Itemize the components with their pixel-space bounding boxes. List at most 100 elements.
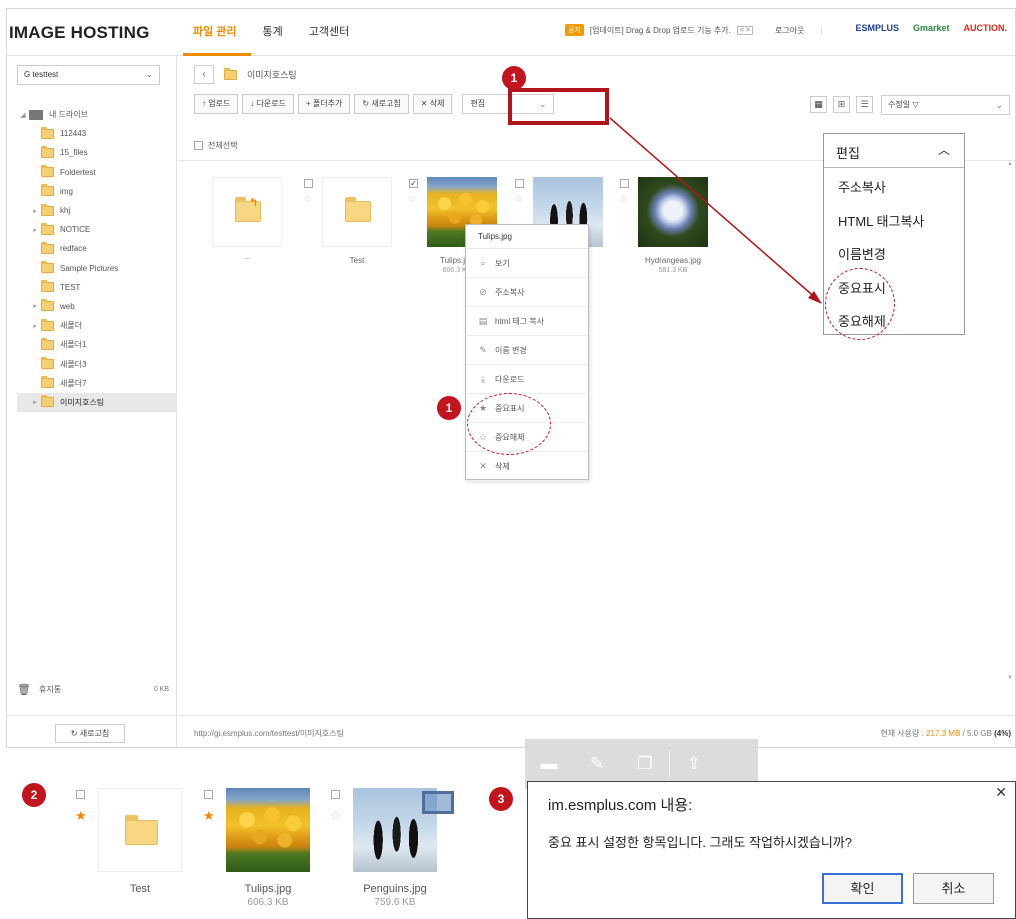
account-select[interactable]: G testtest ⌄ [17, 65, 160, 85]
dropdown-option-copy-html[interactable]: HTML 태그복사 [824, 202, 964, 236]
pen-icon[interactable]: ✎ [573, 754, 621, 774]
file-checkbox[interactable] [331, 790, 340, 799]
list-view-icon[interactable]: ☰ [856, 96, 873, 113]
star-outline-icon[interactable]: ☆ [408, 194, 417, 205]
select-all[interactable]: 전체선택 [194, 140, 237, 151]
copy-icon[interactable]: ❐ [621, 754, 669, 774]
dropdown-option-rename[interactable]: 이름변경 [824, 235, 964, 269]
folder-icon [41, 395, 54, 408]
expand-arrow-icon[interactable]: ▸ [29, 398, 41, 406]
folder-tile[interactable] [322, 177, 392, 247]
file-checkbox[interactable] [76, 790, 85, 799]
nav-support[interactable]: 고객센터 [309, 23, 349, 39]
scroll-down-icon[interactable]: ▼ [1007, 675, 1013, 681]
scrollbar[interactable]: ▲ ▼ [1007, 161, 1015, 681]
refresh-button[interactable]: ↻ 새로고침 [354, 94, 409, 114]
parent-folder-tile[interactable]: ↰ [212, 177, 282, 247]
sidebar-tree-label: Foldertest [60, 167, 96, 177]
tulips-thumbnail[interactable] [226, 788, 310, 872]
expand-arrow-icon[interactable]: ◢ [17, 111, 29, 119]
expand-arrow-icon[interactable]: ▸ [29, 207, 41, 215]
sidebar-tree-item[interactable]: Sample Pictures [17, 259, 177, 278]
file-checkbox-checked[interactable]: ✓ [409, 179, 418, 188]
sidebar-tree-item[interactable]: TEST [17, 278, 177, 297]
expand-arrow-icon[interactable]: ▸ [29, 322, 41, 330]
select-all-checkbox[interactable] [194, 141, 203, 150]
sort-select[interactable]: 수정일 ▽ ⌄ [881, 95, 1010, 115]
comment-icon[interactable]: ▬ [525, 754, 573, 774]
star-outline-icon[interactable]: ☆ [619, 194, 628, 205]
folder-icon [41, 165, 54, 178]
esmplus-link[interactable]: ESMPLUS [855, 23, 899, 33]
star-filled-icon[interactable]: ★ [75, 808, 87, 824]
new-folder-button[interactable]: + 폴더추가 [298, 94, 351, 114]
notice-arrows[interactable]: < > [736, 25, 753, 35]
file-name: Hydrangeas.jpg [644, 256, 702, 265]
sidebar-tree-item[interactable]: 새폴더7 [17, 374, 177, 393]
sidebar-tree-item[interactable]: 112443 [17, 124, 177, 143]
upload-button[interactable]: ↑ 업로드 [194, 94, 239, 114]
sidebar-tree-item[interactable]: img [17, 182, 177, 201]
download-button[interactable]: ↓ 다운로드 [242, 94, 295, 114]
file-checkbox[interactable] [204, 790, 213, 799]
star-outline-icon[interactable]: ☆ [330, 808, 342, 824]
sidebar-footer: ↻ 새로고침 [7, 715, 177, 747]
sidebar-tree-item[interactable]: ▸ NOTICE [17, 220, 177, 239]
sidebar-tree-item[interactable]: 새폴더1 [17, 335, 177, 354]
expand-arrow-icon[interactable]: ▸ [29, 226, 41, 234]
sort-value: 수정일 [888, 100, 911, 109]
nav-stats[interactable]: 통계 [263, 23, 283, 39]
sidebar-tree-label: 새폴더3 [60, 359, 87, 369]
sidebar-tree-item[interactable]: 15_files [17, 143, 177, 162]
expand-arrow-icon[interactable]: ▸ [29, 302, 41, 310]
grid-small-view-icon[interactable]: ⊞ [833, 96, 850, 113]
sidebar-tree-label: 새폴더7 [60, 378, 87, 388]
sidebar-tree-item[interactable]: Foldertest [17, 163, 177, 182]
scroll-up-icon[interactable]: ▲ [1007, 161, 1013, 167]
sidebar-tree-label: 이미지호스팅 [60, 397, 105, 407]
trash-row[interactable]: 🗑 휴지통 0 KB [17, 683, 169, 696]
sidebar-tree-item[interactable]: ▸ khj [17, 201, 177, 220]
delete-button[interactable]: ✕ 삭제 [412, 94, 453, 114]
sidebar-tree-item[interactable]: 새폴더3 [17, 354, 177, 373]
file-checkbox[interactable] [515, 179, 524, 188]
context-menu-item[interactable]: ⌕ 보기 [466, 249, 588, 278]
ok-button[interactable]: 확인 [822, 873, 903, 904]
file-checkbox[interactable] [304, 179, 313, 188]
star-outline-icon[interactable]: ☆ [303, 194, 312, 205]
context-menu-item[interactable]: ⊘ 주소복사 [466, 278, 588, 307]
path-bar: ‹ 이미지호스팅 [194, 65, 297, 84]
sidebar-tree-item[interactable]: ▸ 이미지호스팅 [17, 392, 177, 412]
dropdown-option-copy-url[interactable]: 주소복사 [824, 168, 964, 202]
folder-tile[interactable] [98, 788, 182, 872]
sidebar-tree-item[interactable]: ▸ 새폴더 [17, 316, 177, 335]
cancel-button[interactable]: 취소 [913, 873, 994, 904]
back-button[interactable]: ‹ [194, 65, 214, 84]
sidebar: G testtest ⌄ ◢ 내 드라이브 112443 15_files Folder… [7, 57, 177, 747]
sidebar-refresh-button[interactable]: ↻ 새로고침 [55, 724, 125, 743]
share-icon[interactable]: ⇪ [670, 754, 718, 774]
auction-link[interactable]: AUCTION. [964, 23, 1008, 33]
sidebar-tree-item[interactable]: ▸ web [17, 297, 177, 316]
close-icon[interactable]: ✕ [995, 784, 1007, 801]
context-menu-item[interactable]: ✎ 이름 변경 [466, 336, 588, 365]
logout-link[interactable]: 로그아웃 [775, 25, 804, 36]
edit-dropdown-head[interactable]: 편집 ︿ [824, 134, 964, 168]
sort-order-icon: ▽ [912, 100, 919, 109]
notice-text[interactable]: [업데이트] Drag & Drop 업로드 기능 추가. [590, 25, 731, 36]
nav-file-manage[interactable]: 파일 관리 [193, 23, 237, 39]
star-outline-icon[interactable]: ☆ [514, 194, 523, 205]
grid-large-view-icon[interactable]: ▦ [810, 96, 827, 113]
sidebar-tree-label: 새폴더1 [60, 340, 87, 350]
context-menu-item[interactable]: ⤓ 다운로드 [466, 365, 588, 394]
context-menu-item[interactable]: ▤ html 태그 복사 [466, 307, 588, 336]
nav-active-indicator [183, 53, 251, 56]
context-menu-item[interactable]: ✕ 삭제 [466, 452, 588, 481]
gmarket-link[interactable]: Gmarket [913, 23, 950, 33]
sidebar-tree-item[interactable]: ◢ 내 드라이브 [17, 105, 177, 124]
hydrangeas-thumbnail[interactable] [638, 177, 708, 247]
sidebar-tree-item[interactable]: redface [17, 239, 177, 258]
file-checkbox[interactable] [620, 179, 629, 188]
star-filled-icon[interactable]: ★ [203, 808, 215, 824]
trash-size: 0 KB [153, 686, 169, 693]
